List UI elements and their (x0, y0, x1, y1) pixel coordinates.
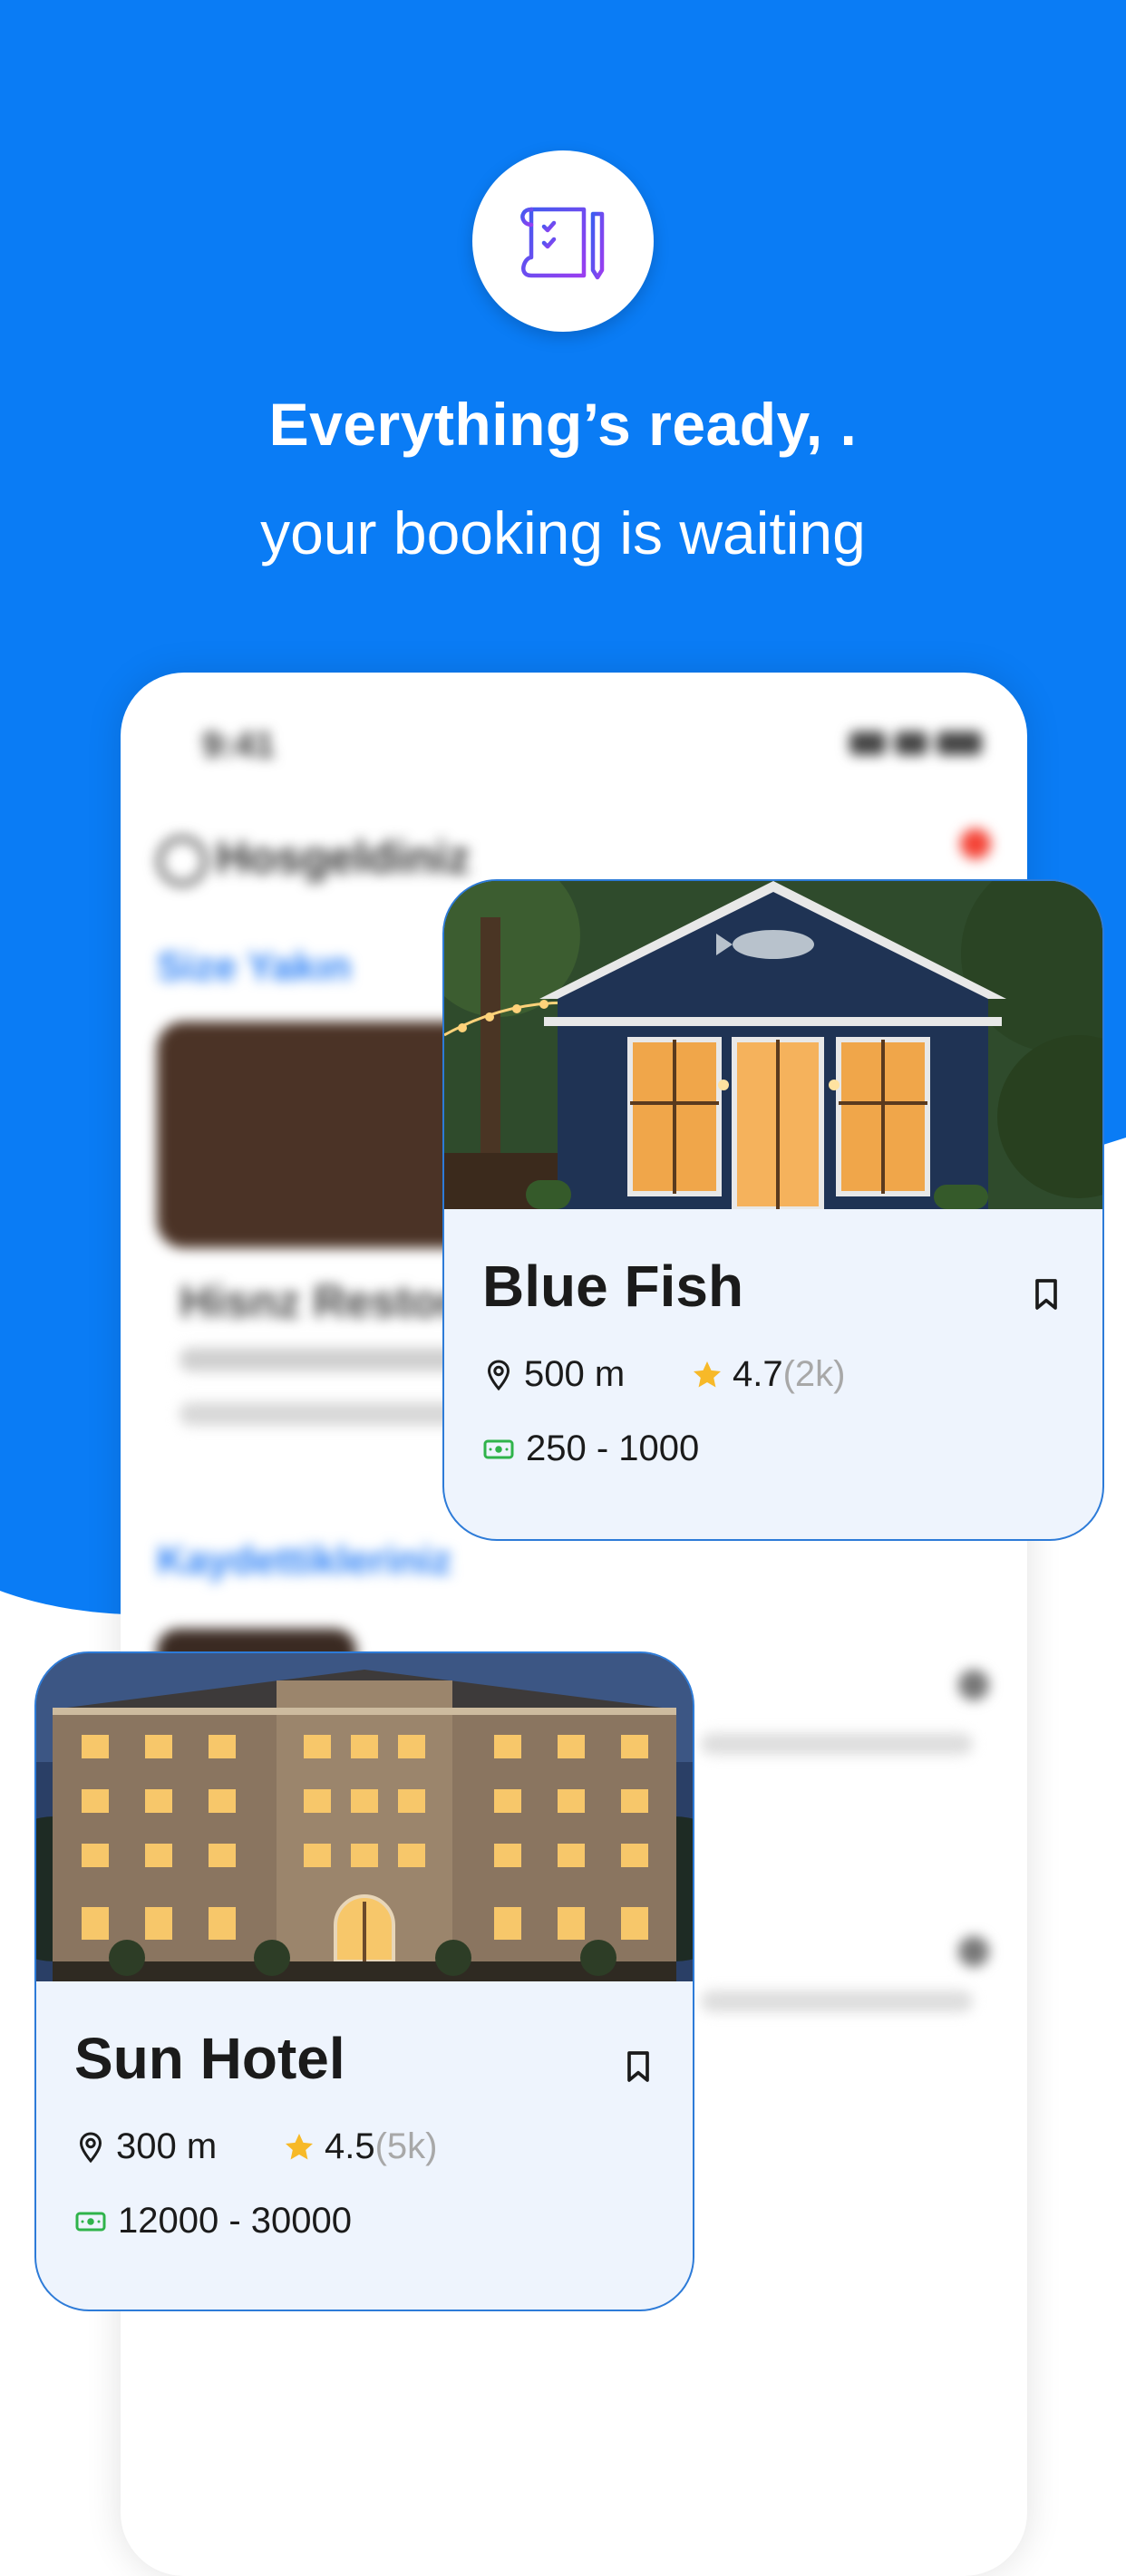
favorite-bookmark-icon[interactable] (958, 1670, 989, 1700)
favorite-price-line (701, 1733, 973, 1755)
section-favorites-title: Kaydettikleriniz (157, 1538, 452, 1583)
nearby-card-price (180, 1402, 479, 1426)
nearby-card-name: Hisnz Restora (180, 1276, 482, 1327)
favorite-bookmark-icon[interactable] (958, 1936, 989, 1967)
review-count: (2k) (782, 1354, 846, 1394)
price-row: 250 - 1000 (482, 1428, 699, 1469)
bookmark-icon[interactable] (1028, 1276, 1064, 1312)
subheadline: your booking is waiting (260, 499, 866, 567)
place-name: Blue Fish (482, 1254, 744, 1319)
place-name: Sun Hotel (74, 2026, 345, 2091)
money-icon (483, 1439, 514, 1458)
favorite-price-line (701, 1990, 973, 2012)
location-pin-icon (487, 1359, 510, 1390)
status-time: 9:41 (202, 725, 276, 765)
star-icon (694, 1361, 721, 1387)
welcome-title: Hosgeldiniz (216, 832, 471, 883)
hotel-photo (36, 1653, 693, 1981)
distance-value: 300 m (116, 2126, 218, 2166)
restaurant-photo (444, 881, 1102, 1209)
rating-row: 4.5 (5k) (283, 2126, 438, 2167)
price-row: 12000 - 30000 (74, 2201, 352, 2242)
review-count: (5k) (374, 2126, 438, 2166)
money-icon (75, 2212, 106, 2231)
document-list-icon (520, 207, 605, 280)
distance-row: 300 m (74, 2126, 217, 2167)
distance-value: 500 m (524, 1354, 626, 1394)
rating-value: 4.5 (325, 2126, 375, 2166)
rating-value: 4.7 (733, 1354, 783, 1394)
app-logo (472, 150, 654, 332)
star-icon (286, 2133, 313, 2159)
distance-row: 500 m (482, 1354, 625, 1395)
place-card-blue-fish[interactable]: Blue Fish 500 m 4.7 (2k) 250 - 1000 (442, 879, 1104, 1541)
rating-row: 4.7 (2k) (691, 1354, 846, 1395)
notification-icon[interactable] (960, 828, 991, 859)
bookmark-icon[interactable] (620, 2048, 656, 2085)
place-card-sun-hotel[interactable]: Sun Hotel 300 m 4.5 (5k) 12000 - 30000 (34, 1651, 694, 2311)
location-pin-icon (79, 2131, 102, 2163)
section-nearby-title: Size Yakın (157, 944, 352, 989)
menu-icon[interactable] (157, 836, 208, 886)
price-range: 12000 - 30000 (118, 2201, 353, 2241)
price-range: 250 - 1000 (526, 1428, 700, 1468)
status-icons (849, 731, 982, 755)
headline: Everything’s ready, . (268, 391, 858, 458)
